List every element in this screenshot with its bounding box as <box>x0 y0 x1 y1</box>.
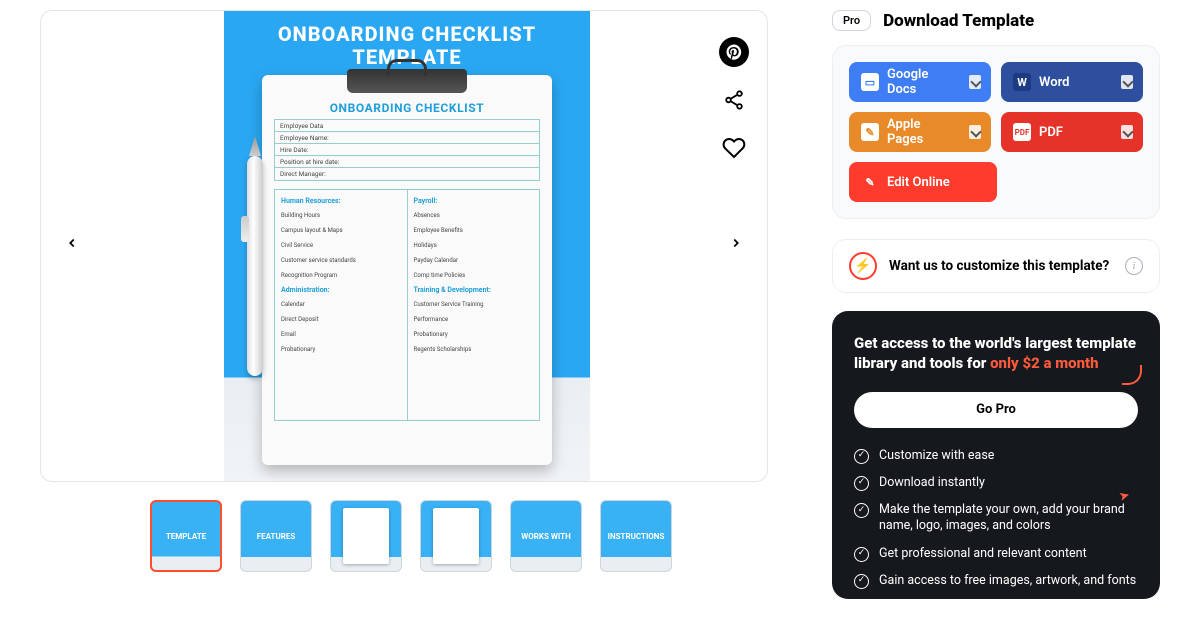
pro-feature-text: Customize with ease <box>879 448 994 464</box>
section-item: Customer Service Training <box>414 297 534 312</box>
doc-field: Position at hire date: <box>275 156 539 168</box>
download-word-button[interactable]: W Word <box>1001 62 1143 102</box>
section-item: Holidays <box>414 238 534 253</box>
section-item: Payday Calendar <box>414 253 534 268</box>
info-icon: i <box>1125 257 1143 275</box>
section-header: Human Resources: <box>281 197 401 205</box>
download-pdf-button[interactable]: PDF PDF <box>1001 112 1143 152</box>
section-header: Training & Development: <box>414 286 534 294</box>
pro-upsell-card: Get access to the world's largest templa… <box>832 311 1160 599</box>
check-icon: ✓ <box>854 547 869 562</box>
thumbnail[interactable] <box>330 500 402 572</box>
download-apple-pages-button[interactable]: ✎ Apple Pages <box>849 112 991 152</box>
pro-feature-text: Make the template your own, add your bra… <box>879 502 1138 535</box>
pencil-icon: ✎ <box>861 173 879 191</box>
preview-slide: ONBOARDING CHECKLISTTEMPLATE ONBOARDING … <box>224 11 590 481</box>
pdf-icon: PDF <box>1013 123 1031 141</box>
word-icon: W <box>1013 73 1031 91</box>
check-icon: ✓ <box>854 503 869 518</box>
page-title: Download Template <box>883 11 1034 31</box>
section-item: Comp time Policies <box>414 268 534 283</box>
apple-pages-icon: ✎ <box>861 123 879 141</box>
customize-text: Want us to customize this template? <box>889 258 1113 274</box>
download-label: Edit Online <box>887 175 950 190</box>
doc-field: Employee Name: <box>275 132 539 144</box>
thumbnail[interactable]: FEATURES <box>240 500 312 572</box>
section-item: Building Hours <box>281 208 401 223</box>
pro-feature: ✓ Gain access to free images, artwork, an… <box>854 573 1138 589</box>
thumbnail[interactable]: TEMPLATE <box>150 500 222 572</box>
thumbnail[interactable]: INSTRUCTIONS <box>600 500 672 572</box>
section-item: Calendar <box>281 297 401 312</box>
section-item: Performance <box>414 312 534 327</box>
doc-field: Employee Data <box>275 120 539 132</box>
section-item: Probationary <box>414 327 534 342</box>
next-arrow-icon[interactable] <box>729 232 743 260</box>
section-item: Absences <box>414 208 534 223</box>
swoosh-icon <box>1122 365 1142 385</box>
check-icon: ✓ <box>854 449 869 464</box>
thumbnail[interactable] <box>420 500 492 572</box>
pinterest-icon[interactable] <box>719 37 749 67</box>
prev-arrow-icon[interactable] <box>65 232 79 260</box>
thumbnail-label: TEMPLATE <box>166 532 206 541</box>
thumbnail-label: WORKS WITH <box>521 532 570 541</box>
pro-feature: ✓ Download instantly <box>854 475 1138 491</box>
pro-headline: Get access to the world's largest templa… <box>854 333 1138 374</box>
section-item: Email <box>281 327 401 342</box>
download-label: Apple Pages <box>887 117 955 147</box>
doc-col-right: Payroll: AbsencesEmployee BenefitsHoliday… <box>408 190 540 420</box>
download-label: PDF <box>1039 125 1063 140</box>
google-docs-icon: ▭ <box>861 73 879 91</box>
clip-icon <box>347 69 467 93</box>
section-item: Recognition Program <box>281 268 401 283</box>
download-icon <box>969 125 981 139</box>
thumbnail-label: FEATURES <box>257 532 296 541</box>
download-icon <box>1121 125 1133 139</box>
bolt-icon: ⚡ <box>849 252 877 280</box>
edit-online-button[interactable]: ✎ Edit Online <box>849 162 997 202</box>
pro-feature-list: ✓Customize with ease✓Download instantly✓… <box>854 448 1138 590</box>
section-header: Payroll: <box>414 197 534 205</box>
section-item: Employee Benefits <box>414 223 534 238</box>
check-icon: ✓ <box>854 476 869 491</box>
section-item: Regents Scholarships <box>414 342 534 357</box>
download-google-docs-button[interactable]: ▭ Google Docs <box>849 62 991 102</box>
section-header: Administration: <box>281 286 401 294</box>
customize-banner[interactable]: ⚡ Want us to customize this template? i <box>832 239 1160 293</box>
section-item: Direct Deposit <box>281 312 401 327</box>
section-item: Civil Service <box>281 238 401 253</box>
pro-feature: ✓ Make the template your own, add your br… <box>854 502 1138 535</box>
check-icon: ✓ <box>854 574 869 589</box>
section-item: Campus layout & Maps <box>281 223 401 238</box>
download-icon <box>969 75 981 89</box>
pro-feature-text: Download instantly <box>879 475 985 491</box>
doc-fields: Employee DataEmployee Name:Hire Date:Pos… <box>274 119 540 181</box>
section-item: Customer service standards <box>281 253 401 268</box>
go-pro-button[interactable]: Go Pro <box>854 392 1138 428</box>
section-item: Probationary <box>281 342 401 357</box>
thumbnail[interactable]: WORKS WITH <box>510 500 582 572</box>
doc-title: ONBOARDING CHECKLIST <box>274 101 540 115</box>
pro-feature: ✓ Get professional and relevant content <box>854 546 1138 562</box>
doc-field: Direct Manager: <box>275 168 539 180</box>
thumbnail-strip: TEMPLATE FEATURES WORKS WITH INSTRUCTIONS <box>40 500 768 572</box>
download-label: Google Docs <box>887 67 955 97</box>
heart-icon[interactable] <box>719 133 749 163</box>
pro-feature: ✓ Customize with ease <box>854 448 1138 464</box>
share-icon[interactable] <box>719 85 749 115</box>
clipboard-doc: ONBOARDING CHECKLIST Employee DataEmploy… <box>262 75 552 465</box>
pro-feature-text: Gain access to free images, artwork, and… <box>879 573 1136 589</box>
doc-field: Hire Date: <box>275 144 539 156</box>
download-icon <box>1121 75 1133 89</box>
pro-badge: Pro <box>832 10 871 31</box>
doc-col-left: Human Resources: Building HoursCampus lay… <box>275 190 408 420</box>
preview-card: ONBOARDING CHECKLISTTEMPLATE ONBOARDING … <box>40 10 768 482</box>
download-panel: ▭ Google Docs W Word ✎ Apple Pages PDF P… <box>832 45 1160 219</box>
pen-graphic <box>247 156 263 376</box>
thumbnail-label: INSTRUCTIONS <box>608 532 665 541</box>
download-label: Word <box>1039 75 1069 90</box>
pro-feature-text: Get professional and relevant content <box>879 546 1087 562</box>
